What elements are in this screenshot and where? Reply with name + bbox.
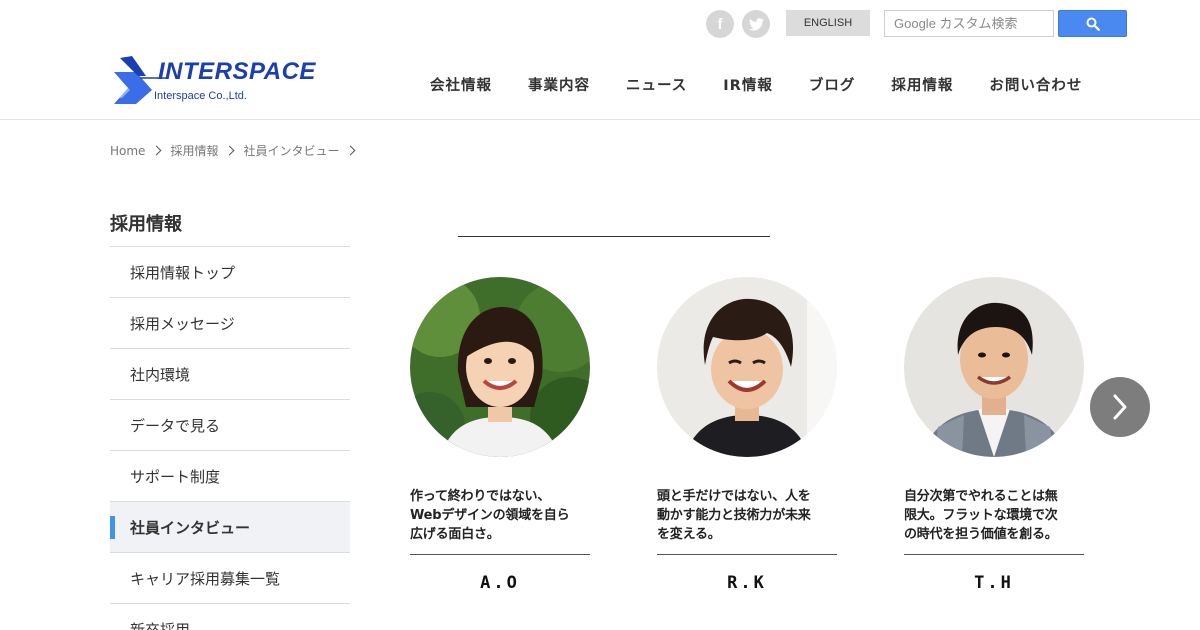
sidebar-item-interview[interactable]: 社員インタビュー [110,502,350,553]
avatar[interactable] [904,277,1084,457]
interview-initials: R.K [727,573,767,593]
nav-item-business[interactable]: 事業内容 [510,74,608,96]
sidebar-item-new-grad[interactable]: 新卒採用 [110,604,350,630]
chevron-right-icon [151,145,162,156]
divider [410,554,590,555]
sidebar-item-support[interactable]: サポート制度 [110,451,350,502]
breadcrumb-home[interactable]: Home [110,144,145,158]
interview-card[interactable]: 作って終わりではない、 Webデザインの領域を自ら 広げる面白さ。 A.O [410,277,590,593]
logo-subtext: Interspace Co.,Ltd. [154,90,247,102]
chevron-right-icon [225,145,235,156]
nav-item-contact[interactable]: お問い合わせ [971,74,1100,96]
search-button[interactable] [1058,10,1127,37]
sidebar: 採用情報 採用情報トップ 採用メッセージ 社内環境 データで見る サポート制度 … [110,210,350,630]
nav-item-company[interactable]: 会社情報 [412,74,510,96]
site-header: f ENGLISH INTERSPACE Interspace Co.,Ltd.… [0,0,1200,120]
site-logo[interactable]: INTERSPACE Interspace Co.,Ltd. [110,52,315,108]
interview-card[interactable]: 自分次第でやれることは無 限大。フラットな環境で次 の時代を担う価値を創る。 T… [904,277,1084,593]
chevron-right-icon [1113,394,1127,420]
logo-text: INTERSPACE [158,58,316,85]
nav-item-blog[interactable]: ブログ [791,74,874,96]
interview-catchphrase: 頭と手だけではない、人を 動かす能力と技術力が未来 を変える。 [657,489,811,542]
sidebar-item-career[interactable]: キャリア採用募集一覧 [110,553,350,604]
interview-initials: A.O [480,573,520,593]
english-button[interactable]: ENGLISH [786,10,870,36]
sidebar-item-message[interactable]: 採用メッセージ [110,298,350,349]
global-nav: 会社情報 事業内容 ニュース IR情報 ブログ 採用情報 お問い合わせ [412,74,1100,96]
facebook-icon[interactable]: f [706,10,734,38]
avatar[interactable] [657,277,837,457]
interview-catchphrase: 作って終わりではない、 Webデザインの領域を自ら 広げる面白さ。 [410,489,570,542]
nav-item-news[interactable]: ニュース [608,74,705,96]
interview-catchphrase: 自分次第でやれることは無 限大。フラットな環境で次 の時代を担う価値を創る。 [904,489,1058,542]
carousel-next-button[interactable] [1090,377,1150,437]
sidebar-item-environment[interactable]: 社内環境 [110,349,350,400]
divider [904,554,1084,555]
divider [657,554,837,555]
interview-initials: T.H [974,573,1014,593]
section-title-rule [458,236,770,237]
breadcrumb: Home 採用情報 社員インタビュー [110,142,364,159]
breadcrumb-recruit[interactable]: 採用情報 [170,142,218,159]
sidebar-item-recruit-top[interactable]: 採用情報トップ [110,247,350,298]
breadcrumb-interview[interactable]: 社員インタビュー [243,142,339,159]
avatar[interactable] [410,277,590,457]
interview-card[interactable]: 頭と手だけではない、人を 動かす能力と技術力が未来 を変える。 R.K [657,277,837,593]
search-input[interactable] [884,10,1054,37]
search-icon [1086,17,1100,31]
sidebar-title: 採用情報 [110,210,350,247]
sidebar-item-data[interactable]: データで見る [110,400,350,451]
nav-item-ir[interactable]: IR情報 [705,74,791,96]
twitter-icon[interactable] [742,10,770,38]
chevron-right-icon [346,145,356,156]
nav-item-recruit[interactable]: 採用情報 [873,74,971,96]
